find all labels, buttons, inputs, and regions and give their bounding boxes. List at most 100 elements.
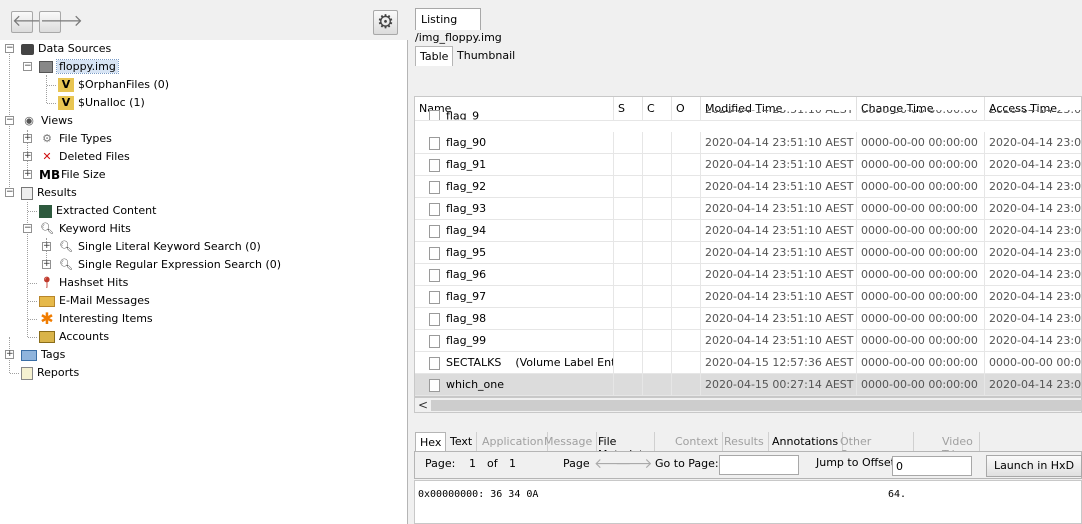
launch-hxd-button[interactable]: Launch in HxD xyxy=(986,455,1082,477)
tree-node-keyword-hits[interactable]: 🔍︎ Keyword Hits xyxy=(39,220,131,238)
table-row[interactable]: flag_92 2020-04-14 23:51:10 AEST 0000-00-0… xyxy=(415,176,1081,198)
table-row[interactable]: SECTALKS (Volume Label Entry) 2020-04-15 … xyxy=(415,352,1081,374)
virtual-folder-icon: V xyxy=(58,78,74,92)
magnifier-icon: 🔍︎ xyxy=(59,258,73,271)
table-row[interactable]: flag_99 2020-04-14 23:51:10 AEST 0000-00-0… xyxy=(415,330,1081,352)
cell-access: 2020-04-14 23:00:0 xyxy=(985,176,1081,198)
tree-node-unalloc[interactable]: V $Unalloc (1) xyxy=(58,94,145,112)
expand-toggle[interactable]: + xyxy=(23,170,32,179)
cell-name: flag_96 xyxy=(415,264,614,286)
cell-change: 0000-00-00 00:00:00 xyxy=(857,264,985,286)
file-icon xyxy=(429,202,440,216)
cell-modified: 2020-04-14 23:51:10 AEST xyxy=(701,176,857,198)
deleted-file-icon: ✕ xyxy=(42,150,52,163)
file-name: flag_99 xyxy=(446,334,487,347)
tree-node-results[interactable]: Results xyxy=(21,184,77,202)
goto-page-input[interactable] xyxy=(719,455,799,475)
tree-node-single-literal-search[interactable]: 🔍︎ Single Literal Keyword Search (0) xyxy=(58,238,261,256)
prev-page-button[interactable]: 🡐 xyxy=(594,457,632,474)
tab-message[interactable]: Message xyxy=(540,432,598,451)
table-row[interactable]: flag_93 2020-04-14 23:51:10 AEST 0000-00-0… xyxy=(415,198,1081,220)
cell-modified: 2020-04-14 23:51:10 AEST xyxy=(701,198,857,220)
extracted-content-icon xyxy=(39,204,52,218)
tree-node-floppy-img[interactable]: floppy.img xyxy=(39,58,119,76)
next-page-button[interactable]: 🡒 xyxy=(615,457,653,474)
table-row[interactable]: flag_97 2020-04-14 23:51:10 AEST 0000-00-0… xyxy=(415,286,1081,308)
table-row[interactable]: flag_98 2020-04-14 23:51:10 AEST 0000-00-0… xyxy=(415,308,1081,330)
tree-toolbar: 🡐 🡒 ⚙ xyxy=(0,0,408,40)
tree-node-deleted-files[interactable]: ✕ Deleted Files xyxy=(39,148,129,166)
cell-flag xyxy=(643,176,672,198)
tab-results[interactable]: Results xyxy=(720,432,769,451)
eye-icon: ◉ xyxy=(24,114,34,127)
back-button[interactable]: 🡐 xyxy=(11,11,55,33)
expand-toggle[interactable]: − xyxy=(23,224,32,233)
tab-listing[interactable]: Listing xyxy=(415,8,481,30)
cell-name: flag_97 xyxy=(415,286,614,308)
tree-node-reports[interactable]: Reports xyxy=(21,364,79,382)
tree-node-email-messages[interactable]: E-Mail Messages xyxy=(39,292,150,310)
expand-toggle[interactable]: − xyxy=(5,188,14,197)
cell-flag xyxy=(643,110,672,120)
expand-toggle[interactable]: + xyxy=(42,260,51,269)
expand-toggle[interactable]: − xyxy=(5,116,14,125)
settings-button[interactable]: ⚙ xyxy=(373,10,398,35)
expand-toggle[interactable]: − xyxy=(5,44,14,53)
tab-annotations[interactable]: Annotations xyxy=(768,432,844,451)
tab-context[interactable]: Context xyxy=(671,432,724,451)
cell-name: flag_93 xyxy=(415,198,614,220)
tree-node-tags[interactable]: Tags xyxy=(21,346,65,364)
tree-node-single-regex-search[interactable]: 🔍︎ Single Regular Expression Search (0) xyxy=(58,256,281,274)
scroll-left-icon[interactable]: < xyxy=(418,398,428,412)
cell-flag xyxy=(614,330,643,352)
file-icon xyxy=(429,136,440,150)
tree-node-views[interactable]: ◉ Views xyxy=(21,112,73,130)
table-row[interactable]: flag_90 2020-04-14 23:51:10 AEST 0000-00-0… xyxy=(415,132,1081,154)
cell-flag xyxy=(643,330,672,352)
tab-other-occurrences[interactable]: Other Occurrences xyxy=(836,432,914,461)
tree-node-accounts[interactable]: Accounts xyxy=(39,328,109,346)
table-row[interactable]: flag_96 2020-04-14 23:51:10 AEST 0000-00-0… xyxy=(415,264,1081,286)
cell-flag xyxy=(614,176,643,198)
table-row[interactable]: flag_9 2020-04-14 23:51:10 AEST0000-00-00… xyxy=(415,110,1081,121)
tree-node-hashset-hits[interactable]: 📍︎ Hashset Hits xyxy=(39,274,128,292)
tab-application[interactable]: Application xyxy=(478,432,549,451)
horizontal-scrollbar[interactable]: < xyxy=(414,397,1082,413)
forward-button[interactable]: 🡒 xyxy=(39,11,83,33)
expand-toggle[interactable]: + xyxy=(42,242,51,251)
scrollbar-thumb[interactable] xyxy=(431,400,1082,411)
cell-flag xyxy=(643,308,672,330)
expand-toggle[interactable]: + xyxy=(23,134,32,143)
tab-thumbnail[interactable]: Thumbnail xyxy=(453,46,519,66)
cell-modified: 2020-04-14 23:51:10 AEST xyxy=(701,110,857,120)
tab-table[interactable]: Table xyxy=(415,46,454,66)
table-row[interactable]: flag_94 2020-04-14 23:51:10 AEST 0000-00-0… xyxy=(415,220,1081,242)
cell-modified: 2020-04-15 12:57:36 AEST xyxy=(701,352,857,374)
cell-change: 0000-00-00 00:00:00 xyxy=(857,242,985,264)
cell-name: flag_9 xyxy=(415,110,614,120)
file-name: flag_93 xyxy=(446,202,487,215)
tree-node-extracted-content[interactable]: Extracted Content xyxy=(39,202,156,220)
table-row[interactable]: flag_95 2020-04-14 23:51:10 AEST 0000-00-0… xyxy=(415,242,1081,264)
cell-change: 0000-00-00 00:00:00 xyxy=(857,132,985,154)
tab-text[interactable]: Text xyxy=(446,432,478,451)
pin-icon: 📍︎ xyxy=(40,276,54,289)
cell-change: 0000-00-00 00:00:00 xyxy=(857,110,985,120)
expand-toggle[interactable]: + xyxy=(5,350,14,359)
table-row[interactable]: which_one 2020-04-15 00:27:14 AEST 0000-00… xyxy=(415,374,1081,396)
offset-input[interactable]: 0 xyxy=(892,456,972,476)
tab-video-triage[interactable]: Video Triage xyxy=(938,432,981,461)
tree-line xyxy=(47,85,56,86)
tree-node-file-types[interactable]: ⚙ File Types xyxy=(39,130,112,148)
expand-toggle[interactable]: + xyxy=(23,152,32,161)
tree-node-file-size[interactable]: MBFile Size xyxy=(39,166,105,184)
tab-hex[interactable]: Hex xyxy=(415,432,447,451)
tree-node-data-sources[interactable]: Data Sources xyxy=(21,40,111,58)
tab-file-metadata[interactable]: File Metadata xyxy=(594,432,656,461)
disk-image-icon xyxy=(39,61,53,73)
cell-change: 0000-00-00 00:00:00 xyxy=(857,220,985,242)
table-row[interactable]: flag_91 2020-04-14 23:51:10 AEST 0000-00-0… xyxy=(415,154,1081,176)
tree-node-orphan-files[interactable]: V $OrphanFiles (0) xyxy=(58,76,169,94)
expand-toggle[interactable]: − xyxy=(23,62,32,71)
tree-node-interesting-items[interactable]: ✱ Interesting Items xyxy=(39,310,152,328)
